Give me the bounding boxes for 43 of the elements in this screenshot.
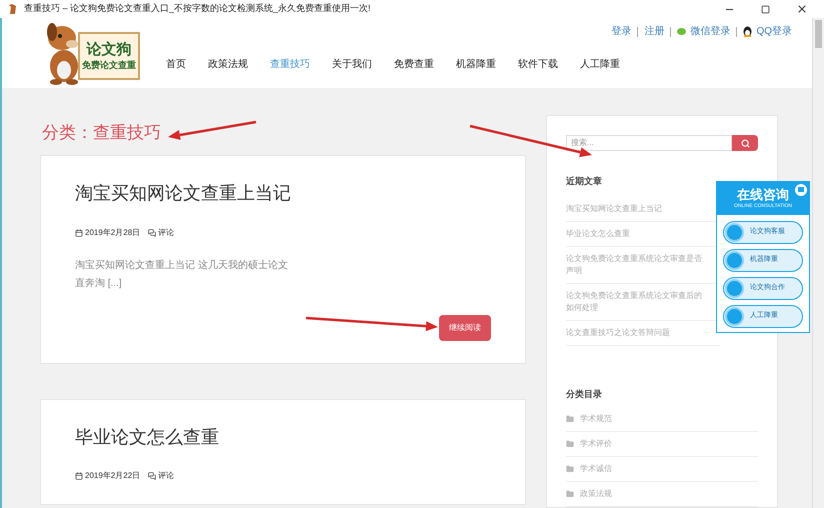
folder-icon [566,465,574,473]
header-link[interactable]: 登录 [611,24,632,39]
comments-icon [148,228,156,236]
read-more-button[interactable]: 继续阅读 [439,314,491,340]
header-link[interactable]: 微信登录 [677,24,730,39]
header-link[interactable]: QQ登录 [743,24,792,39]
categories-heading: 分类目录 [566,388,603,400]
folder-icon [566,415,574,423]
nav-link[interactable]: 软件下载 [518,57,558,72]
search-icon [740,138,750,148]
nav-link[interactable]: 查重技巧 [270,57,310,72]
penguin-icon [743,26,752,37]
nav-link[interactable]: 机器降重 [456,57,496,72]
window-title: 查重技巧 – 论文狗免费论文查重入口_不按字数的论文检测系统_永久免费查重使用一次! [24,2,371,16]
search-button[interactable] [732,135,758,151]
nav-link[interactable]: 首页 [166,57,186,72]
post-excerpt: 淘宝买知网论文查重上当记 这几天我的硕士论文 直奔淘 [...] [75,258,289,290]
maximize-icon[interactable] [761,4,770,14]
comments-link[interactable]: 评论 [158,226,174,238]
nav-link[interactable]: 政策法规 [208,57,248,72]
consult-title: 在线咨询 [737,188,789,201]
post-date: 2019年2月22日 [85,470,140,482]
comments-icon [148,472,156,480]
comments-link[interactable]: 评论 [158,470,174,482]
calendar-icon [75,472,83,480]
header-link[interactable]: 注册 [644,24,664,39]
post-title[interactable]: 毕业论文怎么查重 [75,426,491,448]
dog-icon [8,3,18,15]
post-date: 2019年2月28日 [85,226,140,238]
nav-link[interactable]: 关于我们 [332,57,372,72]
post-title[interactable]: 淘宝买知网论文查重上当记 [75,182,491,204]
logo-title: 论文狗 [86,42,132,57]
nav-link[interactable]: 免费查重 [394,57,434,72]
close-icon[interactable] [796,3,808,15]
search-field[interactable]: 搜索... [566,135,732,151]
recent-posts-heading: 近期文章 [566,175,603,188]
folder-icon [566,440,574,448]
category-heading: 分类：查重技巧 [42,124,161,141]
chat-bubble-icon [677,28,686,36]
folder-icon [566,490,574,498]
calendar-icon [75,228,83,236]
nav-link[interactable]: 人工降重 [580,57,620,72]
logo-subtitle: 免费论文查重 [82,61,136,70]
